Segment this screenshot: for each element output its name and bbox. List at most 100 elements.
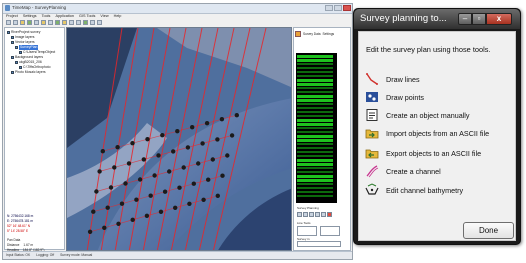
- header-settings[interactable]: Settings: [323, 32, 335, 36]
- survey-point[interactable]: [102, 225, 107, 230]
- line-list-row[interactable]: [297, 99, 333, 102]
- info-icon[interactable]: [83, 20, 88, 25]
- line-list-row[interactable]: [297, 155, 333, 157]
- survey-point[interactable]: [137, 177, 143, 182]
- survey-point[interactable]: [215, 137, 220, 142]
- survey-point[interactable]: [185, 145, 191, 150]
- play-icon[interactable]: [309, 211, 314, 217]
- line-list-row[interactable]: [297, 83, 333, 86]
- app-close-button[interactable]: [343, 5, 351, 11]
- tool-export-ascii[interactable]: Export objects to an ASCII file: [365, 144, 481, 162]
- header-survey-data[interactable]: Survey Data: [303, 32, 321, 36]
- line-list-row[interactable]: [297, 91, 333, 93]
- survey-point[interactable]: [219, 117, 225, 122]
- line-list-row[interactable]: [297, 131, 333, 133]
- survey-data-icon[interactable]: [295, 30, 301, 37]
- prev-icon[interactable]: [303, 211, 308, 217]
- tool-draw-lines[interactable]: Draw lines: [365, 70, 420, 88]
- line-list-row[interactable]: [297, 175, 333, 178]
- survey-point[interactable]: [145, 137, 150, 142]
- survey-point[interactable]: [119, 201, 125, 206]
- line-list-row[interactable]: [297, 147, 333, 149]
- tool-create-object[interactable]: Create an object manually: [365, 106, 470, 124]
- line-list-row[interactable]: [297, 167, 333, 169]
- last-icon[interactable]: [321, 211, 326, 217]
- line-list-row[interactable]: [297, 79, 333, 82]
- line-list-row[interactable]: [297, 159, 333, 162]
- survey-point[interactable]: [130, 217, 135, 222]
- survey-point[interactable]: [108, 185, 114, 190]
- survey-point[interactable]: [190, 125, 195, 130]
- tool-create-channel[interactable]: Create a channel: [365, 162, 441, 180]
- survey-point[interactable]: [100, 149, 105, 154]
- survey-point[interactable]: [234, 113, 239, 118]
- settings-icon[interactable]: [90, 20, 95, 25]
- line-list-row[interactable]: [297, 67, 333, 69]
- survey-point[interactable]: [201, 197, 206, 202]
- survey-point[interactable]: [229, 133, 235, 138]
- line-list-row[interactable]: [297, 135, 333, 138]
- survey-point[interactable]: [91, 209, 96, 214]
- survey-point[interactable]: [173, 205, 178, 210]
- survey-point[interactable]: [204, 121, 210, 126]
- stop-icon[interactable]: [327, 211, 332, 217]
- zoom-in-icon[interactable]: [34, 20, 39, 25]
- line-list-row[interactable]: [297, 115, 333, 117]
- map-canvas[interactable]: [67, 28, 292, 251]
- survey-point[interactable]: [200, 141, 205, 146]
- line-list-row[interactable]: [297, 183, 333, 185]
- survey-point[interactable]: [220, 173, 225, 178]
- survey-point[interactable]: [206, 177, 211, 182]
- survey-point[interactable]: [152, 173, 157, 178]
- survey-point[interactable]: [130, 141, 135, 146]
- help-icon[interactable]: [97, 20, 102, 25]
- new-icon[interactable]: [6, 20, 11, 25]
- survey-point[interactable]: [167, 169, 172, 174]
- settings-box[interactable]: [297, 241, 341, 247]
- tool-import-ascii[interactable]: Import objects from an ASCII file: [365, 124, 489, 142]
- line-list-row[interactable]: [297, 163, 333, 166]
- survey-point[interactable]: [148, 193, 153, 198]
- tool-draw-points[interactable]: Draw points: [365, 88, 424, 106]
- print-icon[interactable]: [27, 20, 32, 25]
- measure-icon[interactable]: [62, 20, 67, 25]
- close-button[interactable]: x: [486, 13, 512, 25]
- grid-icon[interactable]: [76, 20, 81, 25]
- survey-point[interactable]: [134, 197, 139, 202]
- line-list-row[interactable]: [297, 111, 333, 113]
- map-view[interactable]: [66, 27, 292, 251]
- minimize-button[interactable]: –: [458, 13, 472, 25]
- line-list-row[interactable]: [297, 59, 333, 62]
- select-icon[interactable]: [55, 20, 60, 25]
- line-list-row[interactable]: [297, 143, 333, 145]
- survey-point[interactable]: [225, 153, 230, 158]
- advanced-box[interactable]: [320, 226, 340, 236]
- zoom-out-icon[interactable]: [41, 20, 46, 25]
- survey-point[interactable]: [181, 165, 186, 170]
- survey-point[interactable]: [141, 157, 146, 162]
- survey-point[interactable]: [156, 153, 161, 158]
- line-list-row[interactable]: [297, 71, 333, 73]
- tool-edit-bathymetry[interactable]: Edit channel bathymetry: [365, 181, 463, 199]
- line-list-row[interactable]: [297, 75, 333, 77]
- open-icon[interactable]: [13, 20, 18, 25]
- survey-point[interactable]: [144, 213, 150, 218]
- line-list-row[interactable]: [297, 95, 333, 98]
- line-list-row[interactable]: [297, 63, 333, 65]
- first-icon[interactable]: [297, 211, 302, 217]
- line-list-row[interactable]: [297, 171, 333, 173]
- app-maximize-button[interactable]: [334, 5, 342, 11]
- tree-item[interactable]: Photo Mosaic layers: [11, 70, 46, 75]
- line-tools-box[interactable]: [297, 226, 317, 236]
- line-list-row[interactable]: [297, 139, 333, 142]
- survey-point[interactable]: [123, 181, 128, 186]
- line-list-row[interactable]: [297, 151, 333, 153]
- survey-point[interactable]: [187, 201, 192, 206]
- pan-icon[interactable]: [48, 20, 53, 25]
- line-list-row[interactable]: [297, 127, 333, 129]
- layer-icon[interactable]: [69, 20, 74, 25]
- app-minimize-button[interactable]: [325, 5, 333, 11]
- survey-point[interactable]: [116, 221, 121, 226]
- line-list-row[interactable]: [297, 191, 333, 193]
- survey-point[interactable]: [160, 133, 165, 138]
